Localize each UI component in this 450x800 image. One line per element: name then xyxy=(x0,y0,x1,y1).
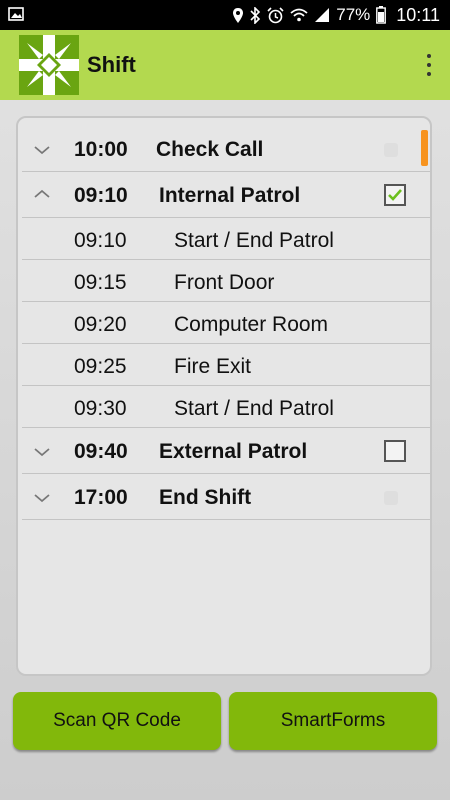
checkpoint-row[interactable]: 09:30 Start / End Patrol xyxy=(22,386,430,428)
group-row-external-patrol[interactable]: 09:40 External Patrol xyxy=(22,428,430,474)
checkpoint-row[interactable]: 09:20 Computer Room xyxy=(22,302,430,344)
scan-qr-code-button[interactable]: Scan QR Code xyxy=(13,692,221,750)
smartforms-button[interactable]: SmartForms xyxy=(229,692,437,750)
bluetooth-icon xyxy=(250,6,261,24)
group-checkbox-checked[interactable] xyxy=(384,184,406,206)
checkpoint-row[interactable]: 09:25 Fire Exit xyxy=(22,344,430,386)
checkpoint-time: 09:15 xyxy=(74,271,127,294)
group-checkbox-unchecked[interactable] xyxy=(384,440,406,462)
battery-percent: 77% xyxy=(336,5,371,24)
alarm-icon xyxy=(267,6,284,24)
group-time: 17:00 xyxy=(74,486,128,509)
clock: 10:11 xyxy=(396,4,440,25)
checkpoint-row[interactable]: 09:15 Front Door xyxy=(22,260,430,302)
chevron-down-icon xyxy=(34,448,50,457)
checkpoint-name: Computer Room xyxy=(174,313,329,336)
group-row-internal-patrol[interactable]: 09:10 Internal Patrol xyxy=(22,172,430,218)
check-icon xyxy=(388,189,402,201)
group-time: 09:10 xyxy=(74,184,128,207)
checkpoint-name: Start / End Patrol xyxy=(174,229,334,252)
group-name: Internal Patrol xyxy=(159,184,301,207)
checkpoint-row[interactable]: 09:10 Start / End Patrol xyxy=(22,218,430,260)
group-time: 10:00 xyxy=(74,138,128,161)
group-time: 09:40 xyxy=(74,440,128,463)
group-name: External Patrol xyxy=(159,440,308,463)
gallery-icon xyxy=(8,6,24,27)
wifi-icon xyxy=(290,7,308,23)
chevron-down-icon xyxy=(34,146,50,155)
chevron-down-icon xyxy=(34,494,50,503)
chevron-up-icon xyxy=(34,189,50,198)
group-row-check-call[interactable]: 10:00 Check Call xyxy=(22,126,430,172)
app-title: Shift xyxy=(87,52,136,77)
battery-icon xyxy=(376,6,387,24)
app-logo xyxy=(19,35,79,95)
checkbox-hidden xyxy=(384,491,398,505)
checkbox-hidden xyxy=(384,143,398,157)
group-row-end-shift[interactable]: 17:00 End Shift xyxy=(22,474,430,520)
more-vert-icon[interactable] xyxy=(424,52,434,78)
shift-task-list[interactable]: 10:00 Check Call 09:10 Internal Patrol 0… xyxy=(16,116,432,676)
checkpoint-name: Start / End Patrol xyxy=(174,397,334,420)
checkpoint-time: 09:20 xyxy=(74,313,127,336)
app-bar: Shift xyxy=(0,30,450,100)
checkpoint-time: 09:10 xyxy=(74,229,127,252)
checkpoint-time: 09:30 xyxy=(74,397,127,420)
checkpoint-time: 09:25 xyxy=(74,355,127,378)
group-name: Check Call xyxy=(156,138,264,161)
status-bar: 77% 10:11 xyxy=(0,0,450,30)
location-icon xyxy=(232,7,244,24)
group-name: End Shift xyxy=(159,486,252,509)
signal-icon xyxy=(314,7,330,23)
checkpoint-name: Fire Exit xyxy=(174,355,252,378)
checkpoint-name: Front Door xyxy=(174,271,275,294)
